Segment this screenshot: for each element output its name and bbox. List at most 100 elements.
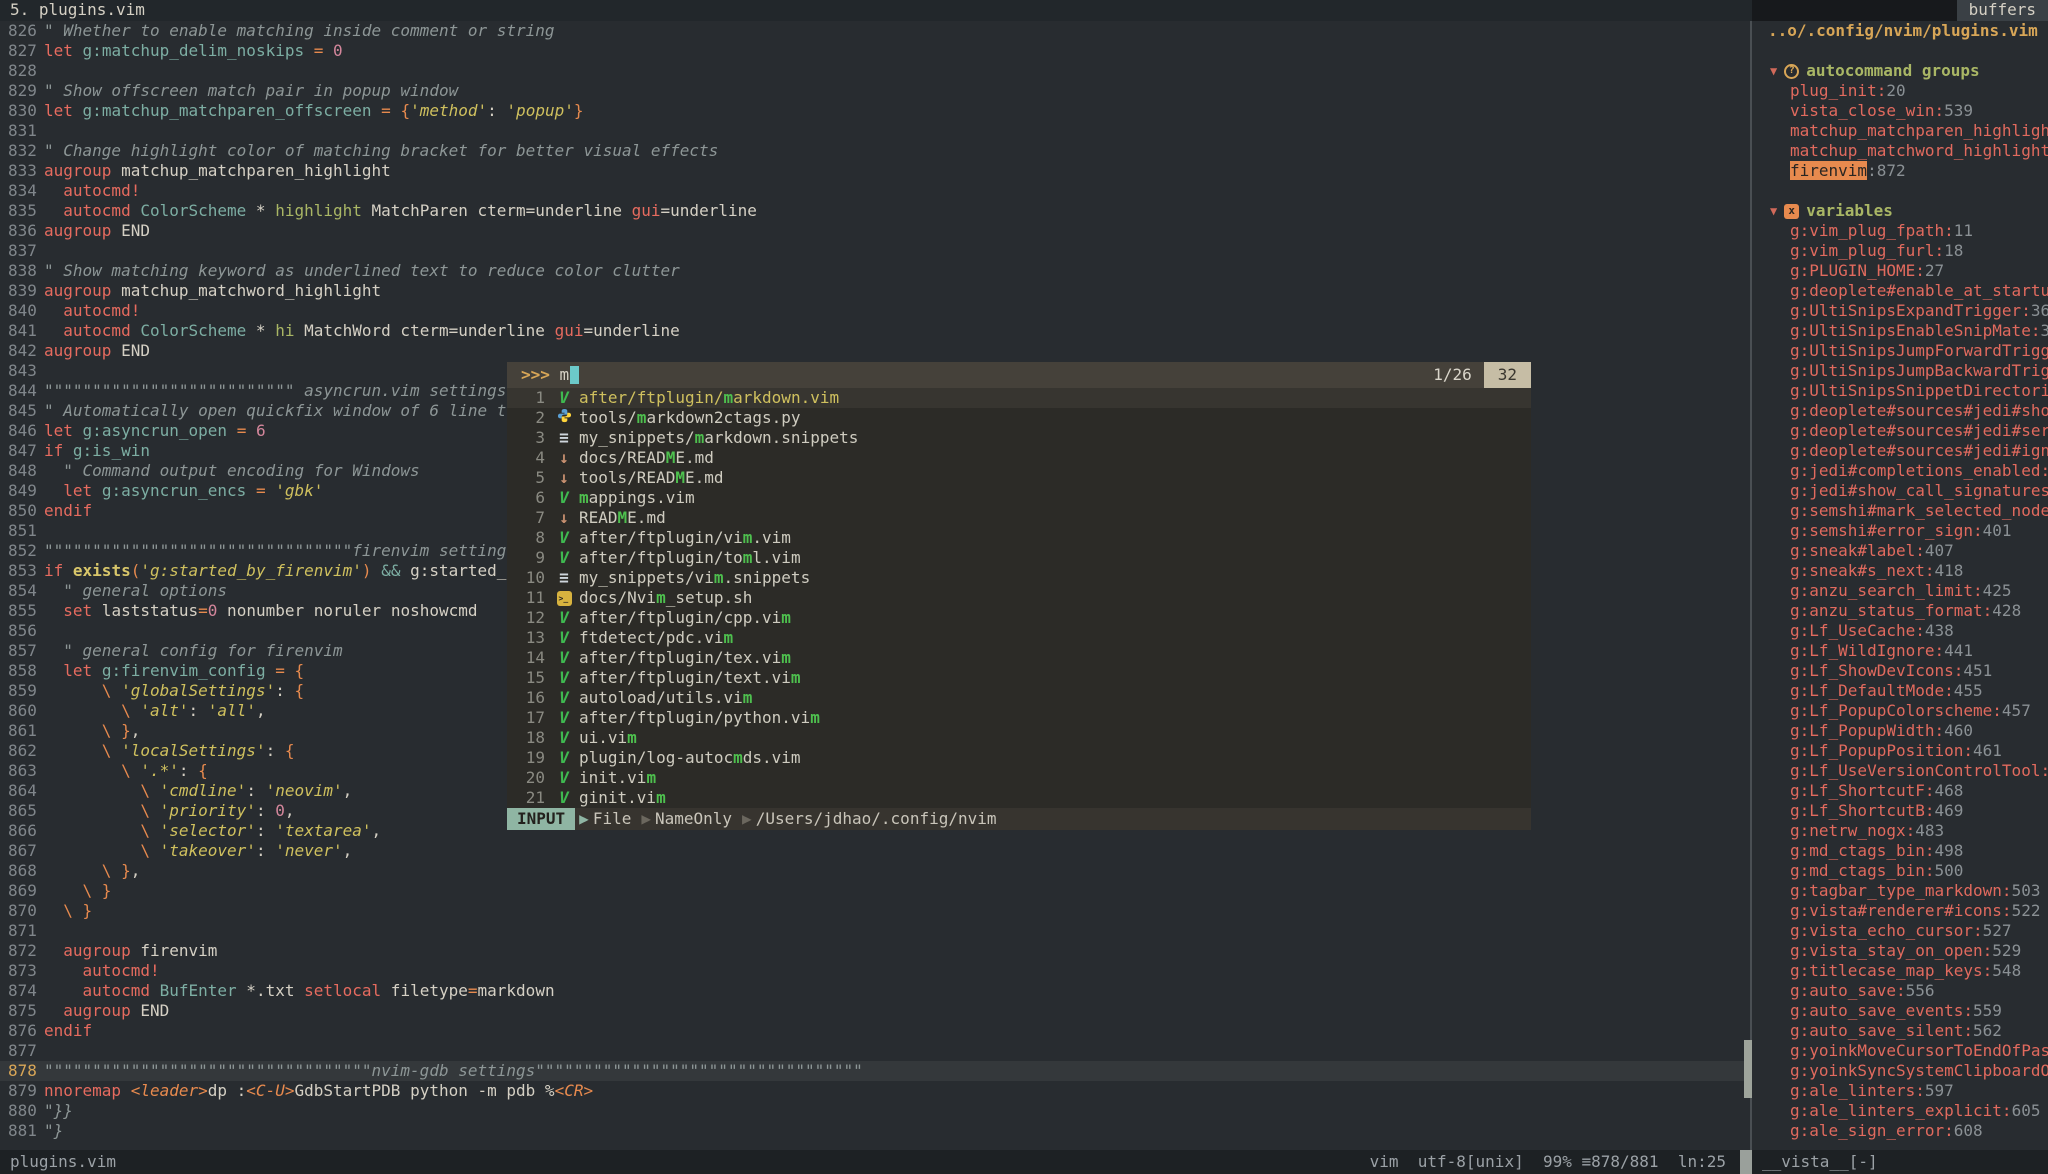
vista-tag-item[interactable]: g:UltiSnipsJumpBackwardTrigg [1756, 361, 2048, 381]
vista-tag-item[interactable]: g:vista_stay_on_open:529 [1756, 941, 2048, 961]
code-line[interactable]: 878""""""""""""""""""""""""""""""""""nvi… [0, 1061, 1752, 1081]
vista-section-header[interactable]: ▼xvariables [1756, 201, 2048, 221]
vista-tag-item[interactable]: g:ale_linters_explicit:605 [1756, 1101, 2048, 1121]
code-line[interactable]: 826" Whether to enable matching inside c… [0, 21, 1752, 41]
code-line[interactable]: 875 augroup END [0, 1001, 1752, 1021]
file-result-row[interactable]: 2tools/markdown2ctags.py [507, 408, 1531, 428]
code-line[interactable]: 842augroup END [0, 341, 1752, 361]
file-result-row[interactable]: 1Vafter/ftplugin/markdown.vim [507, 388, 1531, 408]
buffers-tab[interactable]: buffers [1957, 0, 2048, 21]
vista-tag-item[interactable]: g:Lf_PopupWidth:460 [1756, 721, 2048, 741]
file-result-row[interactable]: 9Vafter/ftplugin/toml.vim [507, 548, 1531, 568]
vista-tag-item[interactable]: g:vim_plug_fpath:11 [1756, 221, 2048, 241]
vista-tag-item[interactable]: g:md_ctags_bin:500 [1756, 861, 2048, 881]
vista-tag-item[interactable]: g:md_ctags_bin:498 [1756, 841, 2048, 861]
fold-arrow-icon[interactable]: ▼ [1770, 61, 1777, 81]
vista-tag-item[interactable]: g:anzu_search_limit:425 [1756, 581, 2048, 601]
code-line[interactable]: 837 [0, 241, 1752, 261]
code-line[interactable]: 828 [0, 61, 1752, 81]
code-line[interactable]: 836augroup END [0, 221, 1752, 241]
code-line[interactable]: 827let g:matchup_delim_noskips = 0 [0, 41, 1752, 61]
vista-tag-item[interactable]: g:Lf_DefaultMode:455 [1756, 681, 2048, 701]
code-line[interactable]: 871 [0, 921, 1752, 941]
vista-tag-item[interactable]: g:anzu_status_format:428 [1756, 601, 2048, 621]
file-result-row[interactable]: 8Vafter/ftplugin/vim.vim [507, 528, 1531, 548]
vista-tag-item[interactable]: g:auto_save:556 [1756, 981, 2048, 1001]
vista-tag-item[interactable]: g:auto_save_silent:562 [1756, 1021, 2048, 1041]
file-result-row[interactable]: 13Vftdetect/pdc.vim [507, 628, 1531, 648]
vista-tag-item[interactable]: g:Lf_PopupColorscheme:457 [1756, 701, 2048, 721]
vista-tag-item[interactable]: g:Lf_UseCache:438 [1756, 621, 2048, 641]
code-line[interactable]: 870 \ } [0, 901, 1752, 921]
code-line[interactable]: 832" Change highlight color of matching … [0, 141, 1752, 161]
vista-tag-item[interactable]: g:Lf_WildIgnore:441 [1756, 641, 2048, 661]
file-result-row[interactable]: 14Vafter/ftplugin/tex.vim [507, 648, 1531, 668]
vista-tag-item[interactable]: g:Lf_UseVersionControlTool:4 [1756, 761, 2048, 781]
vista-tag-item[interactable]: g:vim_plug_furl:18 [1756, 241, 2048, 261]
code-line[interactable]: 873 autocmd! [0, 961, 1752, 981]
vista-tag-item[interactable]: g:netrw_nogx:483 [1756, 821, 2048, 841]
vista-tag-item[interactable]: g:PLUGIN_HOME:27 [1756, 261, 2048, 281]
vista-tag-item[interactable]: g:deoplete#enable_at_startup [1756, 281, 2048, 301]
vista-tag-item[interactable]: g:sneak#s_next:418 [1756, 561, 2048, 581]
vista-tag-item[interactable]: g:yoinkSyncSystemClipboardOn [1756, 1061, 2048, 1081]
file-result-row[interactable]: 20Vinit.vim [507, 768, 1531, 788]
file-result-row[interactable]: 4↓docs/README.md [507, 448, 1531, 468]
code-line[interactable]: 872 augroup firenvim [0, 941, 1752, 961]
code-line[interactable]: 829" Show offscreen match pair in popup … [0, 81, 1752, 101]
file-result-row[interactable]: 17Vafter/ftplugin/python.vim [507, 708, 1531, 728]
code-line[interactable]: 833augroup matchup_matchparen_highlight [0, 161, 1752, 181]
code-line[interactable]: 881"} [0, 1121, 1752, 1141]
code-line[interactable]: 879nnoremap <leader>dp :<C-U>GdbStartPDB… [0, 1081, 1752, 1101]
vista-tag-item[interactable]: g:ale_linters:597 [1756, 1081, 2048, 1101]
code-line[interactable]: 876endif [0, 1021, 1752, 1041]
code-line[interactable]: 839augroup matchup_matchword_highlight [0, 281, 1752, 301]
code-line[interactable]: 867 \ 'takeover': 'never', [0, 841, 1752, 861]
file-result-row[interactable]: 5↓tools/README.md [507, 468, 1531, 488]
vista-tag-item[interactable]: g:vista#renderer#icons:522 [1756, 901, 2048, 921]
tab-current-buffer[interactable]: 5. plugins.vim [10, 0, 145, 20]
vista-section-header[interactable]: ▼?autocommand groups [1756, 61, 2048, 81]
code-line[interactable]: 831 [0, 121, 1752, 141]
code-line[interactable]: 868 \ }, [0, 861, 1752, 881]
vista-tag-item[interactable]: g:Lf_ShortcutF:468 [1756, 781, 2048, 801]
fold-arrow-icon[interactable]: ▼ [1770, 201, 1777, 221]
file-result-row[interactable]: 10≡my_snippets/vim.snippets [507, 568, 1531, 588]
vista-tag-item[interactable]: g:vista_echo_cursor:527 [1756, 921, 2048, 941]
vista-tag-item[interactable]: plug_init:20 [1756, 81, 2048, 101]
vista-tag-item[interactable]: vista_close_win:539 [1756, 101, 2048, 121]
file-result-row[interactable]: 19Vplugin/log-autocmds.vim [507, 748, 1531, 768]
vista-tag-item[interactable]: g:UltiSnipsJumpForwardTrigge [1756, 341, 2048, 361]
file-result-row[interactable]: 3≡my_snippets/markdown.snippets [507, 428, 1531, 448]
vista-tag-item[interactable]: g:deoplete#sources#jedi#show [1756, 401, 2048, 421]
file-result-row[interactable]: 16Vautoload/utils.vim [507, 688, 1531, 708]
file-result-row[interactable]: 12Vafter/ftplugin/cpp.vim [507, 608, 1531, 628]
vista-tag-item[interactable]: g:jedi#completions_enabled:3 [1756, 461, 2048, 481]
vista-tag-item[interactable]: g:UltiSnipsEnableSnipMate:36 [1756, 321, 2048, 341]
vista-tag-item[interactable]: g:titlecase_map_keys:548 [1756, 961, 2048, 981]
code-line[interactable]: 838" Show matching keyword as underlined… [0, 261, 1752, 281]
vista-tag-item[interactable]: g:jedi#show_call_signatures: [1756, 481, 2048, 501]
code-line[interactable]: 877 [0, 1041, 1752, 1061]
vista-tag-item[interactable]: g:Lf_PopupPosition:461 [1756, 741, 2048, 761]
file-result-row[interactable]: 11>_docs/Nvim_setup.sh [507, 588, 1531, 608]
window-separator[interactable] [1750, 21, 1752, 1150]
vista-tag-item[interactable]: g:semshi#mark_selected_nodes [1756, 501, 2048, 521]
code-line[interactable]: 835 autocmd ColorScheme * highlight Matc… [0, 201, 1752, 221]
file-result-row[interactable]: 7↓README.md [507, 508, 1531, 528]
vista-tag-item[interactable]: g:UltiSnipsExpandTrigger:364 [1756, 301, 2048, 321]
code-line[interactable]: 880"}} [0, 1101, 1752, 1121]
vista-tag-item[interactable]: g:ale_sign_error:608 [1756, 1121, 2048, 1141]
vista-tag-item[interactable]: g:UltiSnipsSnippetDirectorie [1756, 381, 2048, 401]
vista-tag-item[interactable]: g:tagbar_type_markdown:503 [1756, 881, 2048, 901]
vista-tag-item[interactable]: g:sneak#label:407 [1756, 541, 2048, 561]
vista-tag-item[interactable]: firenvim:872 [1756, 161, 2048, 181]
file-result-row[interactable]: 6Vmappings.vim [507, 488, 1531, 508]
vista-tag-item[interactable]: g:semshi#error_sign:401 [1756, 521, 2048, 541]
file-result-row[interactable]: 18Vui.vim [507, 728, 1531, 748]
code-line[interactable]: 874 autocmd BufEnter *.txt setlocal file… [0, 981, 1752, 1001]
file-result-row[interactable]: 21Vginit.vim [507, 788, 1531, 808]
sidebar-scrollbar-thumb[interactable] [1744, 1040, 1752, 1098]
code-line[interactable]: 869 \ } [0, 881, 1752, 901]
vista-tag-item[interactable]: g:Lf_ShortcutB:469 [1756, 801, 2048, 821]
